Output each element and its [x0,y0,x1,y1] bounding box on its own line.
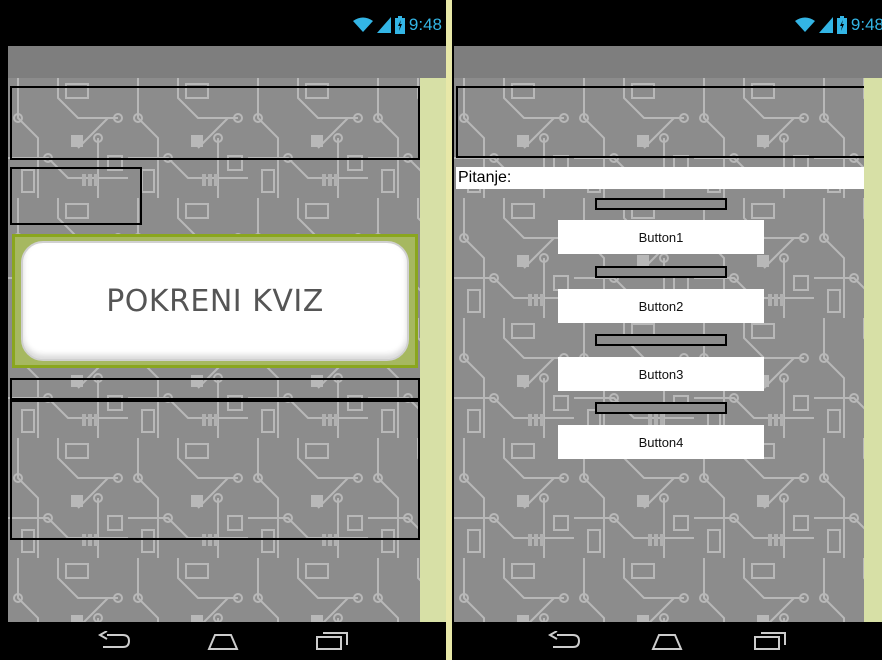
spacer-bar-3 [595,334,727,346]
start-button-frame: POKRENI KVIZ [12,234,418,368]
side-strip [420,78,446,622]
status-icons: 9:48 [352,14,442,36]
battery-icon [394,16,405,34]
signal-icon [376,17,391,33]
question-label: Pitanje: [456,167,864,189]
layout-box-top [10,86,420,160]
battery-icon [836,16,847,34]
status-bar: 9:48 [0,0,446,46]
status-icons: 9:48 [794,14,882,36]
wifi-icon [794,17,815,33]
side-strip [864,78,882,622]
answer-button-4[interactable]: Button4 [558,425,764,459]
spacer-bar-2 [595,266,727,278]
answer-button-3[interactable]: Button3 [558,357,764,391]
recent-apps-icon[interactable] [312,628,352,654]
screen-edge [0,46,8,622]
navigation-bar [452,622,882,660]
phone-right-quiz-screen: 9:48 Pitanje: Button1 Button2 Button3 Bu… [452,0,882,660]
recent-apps-icon[interactable] [750,628,790,654]
wifi-icon [352,17,373,33]
spacer-bar-1 [595,198,727,210]
status-bar: 9:48 [452,0,882,46]
layout-box-thin [10,378,420,400]
title-bar [452,46,882,78]
app-screen: Pitanje: Button1 Button2 Button3 Button4 [454,78,864,622]
home-icon[interactable] [203,628,243,654]
status-time: 9:48 [850,15,882,34]
spacer-bar-4 [595,402,727,414]
navigation-bar [0,622,446,660]
title-bar [0,46,446,78]
layout-box-bottom [10,400,420,540]
answer-button-1[interactable]: Button1 [558,220,764,254]
signal-icon [818,17,833,33]
back-icon[interactable] [544,628,584,654]
home-icon[interactable] [647,628,687,654]
status-time: 9:48 [408,15,442,34]
app-screen: POKRENI KVIZ [8,78,420,622]
start-quiz-button[interactable]: POKRENI KVIZ [21,241,409,361]
phone-left-start-screen: 9:48 POKRENI KVIZ [0,0,446,660]
back-icon[interactable] [94,628,134,654]
layout-box-top [456,86,864,158]
layout-box-small [10,167,142,225]
circuit-background [454,78,864,622]
answer-button-2[interactable]: Button2 [558,289,764,323]
